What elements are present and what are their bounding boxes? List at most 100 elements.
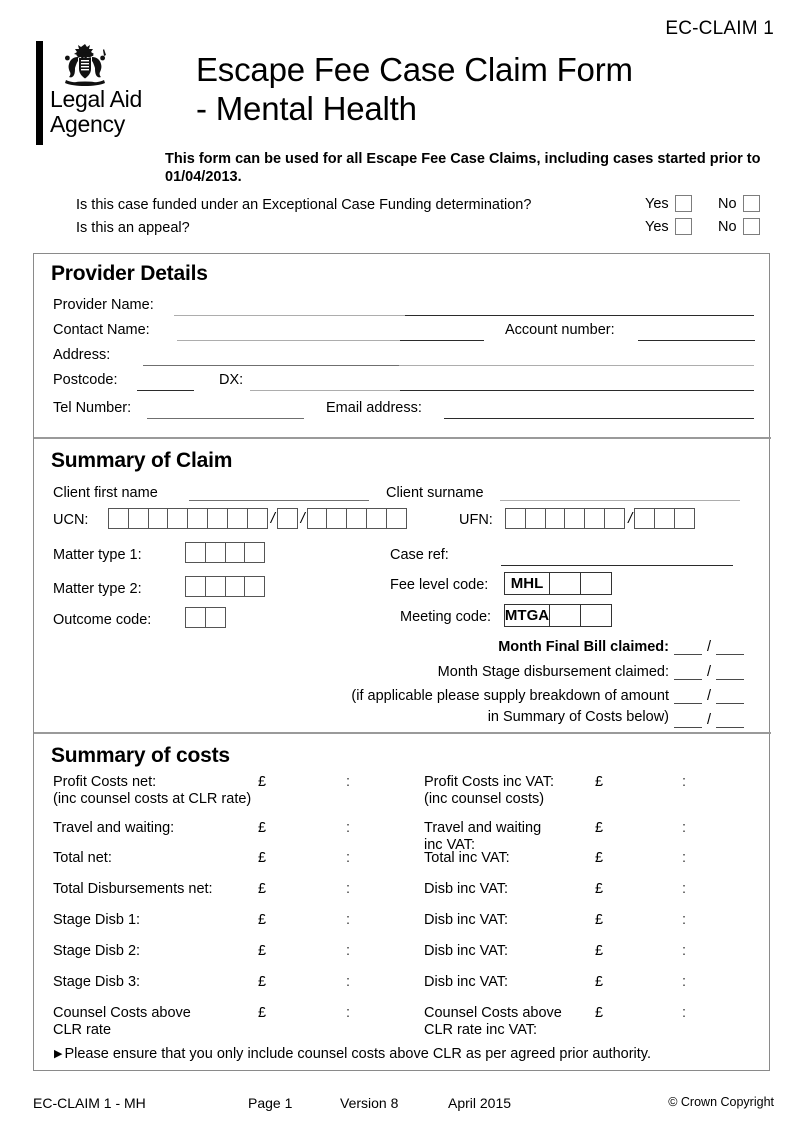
- cost-row-2-right-amount[interactable]: :: [682, 820, 686, 836]
- ucn-cell[interactable]: [167, 508, 189, 529]
- month-slot-2-year[interactable]: [716, 666, 745, 680]
- month-slot-3-year[interactable]: [716, 690, 745, 704]
- month-note-line-1: (if applicable please supply breakdown o…: [351, 688, 669, 704]
- month-slot-1-month[interactable]: [674, 641, 702, 655]
- dx-input-a[interactable]: [250, 390, 400, 391]
- ufn-cell[interactable]: [524, 508, 546, 529]
- month-date-slot-4[interactable]: /: [674, 712, 745, 728]
- ucn-cell[interactable]: [346, 508, 368, 529]
- cost-row-5-left-amount[interactable]: :: [346, 912, 350, 928]
- meeting-code-cell[interactable]: [548, 604, 581, 627]
- cost-row-3-left-amount[interactable]: :: [346, 850, 350, 866]
- matter-type-2-boxes[interactable]: [185, 576, 266, 597]
- outcome-code-cell[interactable]: [185, 607, 206, 628]
- ufn-cell[interactable]: [584, 508, 606, 529]
- cost-row-1-left-amount[interactable]: :: [346, 774, 350, 790]
- account-number-input[interactable]: [638, 340, 755, 341]
- matter-type-2-cell[interactable]: [244, 576, 266, 597]
- cost-row-8-right-amount[interactable]: :: [682, 1005, 686, 1021]
- client-first-name-input[interactable]: [189, 500, 369, 501]
- case-ref-input[interactable]: [501, 565, 733, 566]
- checkbox-ecf-yes[interactable]: [674, 195, 692, 212]
- fee-level-code-boxes[interactable]: MHL: [504, 572, 612, 595]
- ucn-cell[interactable]: [226, 508, 248, 529]
- ufn-input-boxes[interactable]: /: [505, 508, 695, 529]
- outcome-code-boxes[interactable]: [185, 607, 226, 628]
- month-date-slot-3[interactable]: /: [674, 688, 745, 704]
- matter-type-1-cell[interactable]: [244, 542, 266, 563]
- cost-row-7-right-amount[interactable]: :: [682, 974, 686, 990]
- cost-row-8-left-amount[interactable]: :: [346, 1005, 350, 1021]
- month-slot-4-month[interactable]: [674, 714, 702, 728]
- fee-level-code-cell[interactable]: [579, 572, 612, 595]
- ucn-input-boxes[interactable]: / /: [108, 508, 407, 529]
- cost-row-2-left-amount[interactable]: :: [346, 820, 350, 836]
- email-address-input[interactable]: [444, 418, 754, 419]
- address-input-b[interactable]: [399, 365, 754, 366]
- question-ecf-no[interactable]: No: [718, 195, 760, 212]
- ufn-cell[interactable]: [604, 508, 626, 529]
- matter-type-1-cell[interactable]: [185, 542, 206, 563]
- matter-type-1-cell[interactable]: [204, 542, 226, 563]
- provider-name-input-b[interactable]: [405, 315, 754, 316]
- ufn-cell[interactable]: [505, 508, 526, 529]
- meeting-code-boxes[interactable]: MTGA: [504, 604, 612, 627]
- date-separator-3: /: [707, 688, 712, 704]
- section-divider-provider-claim: [34, 437, 771, 439]
- provider-name-input-a[interactable]: [174, 315, 405, 316]
- address-input-a[interactable]: [143, 365, 399, 366]
- month-slot-2-month[interactable]: [674, 666, 702, 680]
- question-ecf-yes[interactable]: Yes: [645, 195, 692, 212]
- matter-type-1-cell[interactable]: [224, 542, 246, 563]
- ucn-cell[interactable]: [326, 508, 348, 529]
- ucn-cell[interactable]: [246, 508, 268, 529]
- ucn-cell[interactable]: [127, 508, 149, 529]
- month-slot-1-year[interactable]: [716, 641, 745, 655]
- cost-row-5-right-amount[interactable]: :: [682, 912, 686, 928]
- contact-name-input-b[interactable]: [400, 340, 484, 341]
- matter-type-2-cell[interactable]: [204, 576, 226, 597]
- ucn-cell[interactable]: [276, 508, 298, 529]
- ufn-cell[interactable]: [564, 508, 586, 529]
- cost-row-3-right-amount[interactable]: :: [682, 850, 686, 866]
- ucn-cell[interactable]: [385, 508, 407, 529]
- ucn-cell[interactable]: [207, 508, 229, 529]
- checkbox-appeal-no[interactable]: [742, 218, 760, 235]
- cost-row-4-right-amount[interactable]: :: [682, 881, 686, 897]
- question-appeal-yes[interactable]: Yes: [645, 218, 692, 235]
- cost-row-6-right-amount[interactable]: :: [682, 943, 686, 959]
- month-slot-4-year[interactable]: [716, 714, 745, 728]
- matter-type-2-cell[interactable]: [185, 576, 206, 597]
- ufn-cell[interactable]: [673, 508, 695, 529]
- contact-name-input-a[interactable]: [177, 340, 400, 341]
- matter-type-1-boxes[interactable]: [185, 542, 266, 563]
- cost-row-1-right-amount[interactable]: :: [682, 774, 686, 790]
- month-date-slot-1[interactable]: /: [674, 639, 745, 655]
- matter-type-2-cell[interactable]: [224, 576, 246, 597]
- cost-row-6-left-amount[interactable]: :: [346, 943, 350, 959]
- checkbox-ecf-no[interactable]: [742, 195, 760, 212]
- fee-level-code-cell[interactable]: [548, 572, 581, 595]
- ucn-cell[interactable]: [108, 508, 129, 529]
- tel-number-input[interactable]: [147, 418, 304, 419]
- ufn-cell[interactable]: [634, 508, 656, 529]
- question-appeal-no[interactable]: No: [718, 218, 760, 235]
- outcome-code-cell[interactable]: [204, 607, 226, 628]
- postcode-input[interactable]: [137, 390, 194, 391]
- cost-row-1-left-currency: £: [258, 774, 267, 790]
- ufn-cell[interactable]: [653, 508, 675, 529]
- ufn-cell[interactable]: [544, 508, 566, 529]
- ucn-cell[interactable]: [187, 508, 209, 529]
- cost-row-4-left-amount[interactable]: :: [346, 881, 350, 897]
- client-surname-input[interactable]: [500, 500, 740, 501]
- matter-type-1-label: Matter type 1:: [53, 547, 142, 563]
- ucn-cell[interactable]: [306, 508, 328, 529]
- ucn-cell[interactable]: [147, 508, 169, 529]
- month-slot-3-month[interactable]: [674, 690, 702, 704]
- checkbox-appeal-yes[interactable]: [674, 218, 692, 235]
- cost-row-7-left-amount[interactable]: :: [346, 974, 350, 990]
- ucn-cell[interactable]: [366, 508, 388, 529]
- dx-input-b[interactable]: [400, 390, 754, 391]
- meeting-code-cell[interactable]: [579, 604, 612, 627]
- month-date-slot-2[interactable]: /: [674, 664, 745, 680]
